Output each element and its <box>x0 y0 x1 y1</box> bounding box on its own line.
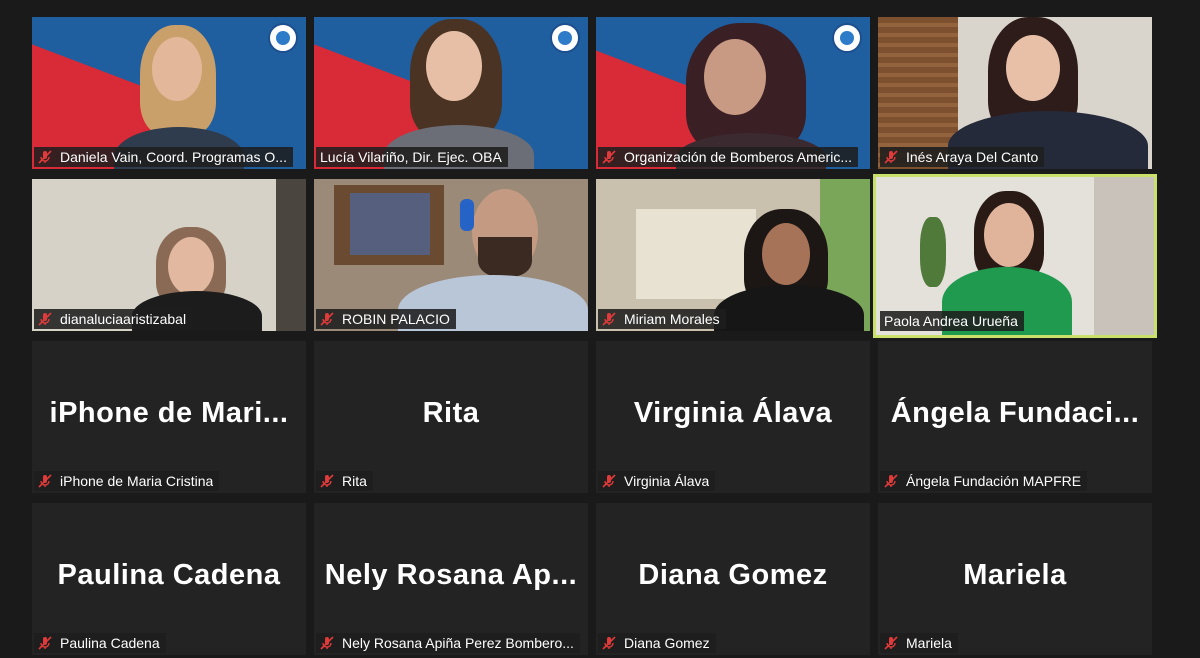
avatar-tile[interactable]: iPhone de Mari... iPhone de Maria Cristi… <box>32 341 306 493</box>
mic-muted-icon <box>320 636 334 650</box>
video-tile-active-speaker[interactable]: Paola Andrea Urueña <box>873 174 1157 338</box>
participant-label: Lucía Vilariño, Dir. Ejec. OBA <box>316 147 508 167</box>
mic-muted-icon <box>38 636 52 650</box>
participant-label: Mariela <box>880 633 958 653</box>
gallery-view: Daniela Vain, Coord. Programas O... Lucí… <box>0 0 1200 658</box>
participant-name: Miriam Morales <box>624 311 720 327</box>
participant-label: Miriam Morales <box>598 309 726 329</box>
video-tile[interactable]: Organización de Bomberos Americ... <box>596 17 870 169</box>
avatar-tile[interactable]: Mariela Mariela <box>878 503 1152 655</box>
participant-label: Organización de Bomberos Americ... <box>598 147 858 167</box>
participant-display-name: Diana Gomez <box>638 559 828 591</box>
participant-label: Paola Andrea Urueña <box>880 311 1024 331</box>
participant-display-name: Ángela Fundaci... <box>890 397 1140 429</box>
video-tile[interactable]: dianaluciaaristizabal <box>32 179 306 331</box>
participant-name: Mariela <box>906 635 952 651</box>
participant-label: ROBIN PALACIO <box>316 309 456 329</box>
video-background <box>636 209 756 299</box>
video-tile[interactable]: Daniela Vain, Coord. Programas O... <box>32 17 306 169</box>
participant-display-name: Rita <box>422 397 480 429</box>
mic-muted-icon <box>38 150 52 164</box>
participant-display-name: Paulina Cadena <box>57 559 281 591</box>
participant-label: Paulina Cadena <box>34 633 166 653</box>
participant-label: Diana Gomez <box>598 633 716 653</box>
mic-muted-icon <box>602 150 616 164</box>
participant-display-name: Virginia Álava <box>633 397 833 429</box>
mic-muted-icon <box>602 636 616 650</box>
mic-muted-icon <box>884 636 898 650</box>
mic-muted-icon <box>320 312 334 326</box>
organization-logo <box>550 23 580 53</box>
video-tile[interactable]: Inés Araya Del Canto <box>878 17 1152 169</box>
video-tile[interactable]: ROBIN PALACIO <box>314 179 588 331</box>
video-tile[interactable]: Lucía Vilariño, Dir. Ejec. OBA <box>314 17 588 169</box>
headset-icon <box>460 199 474 231</box>
participant-label: iPhone de Maria Cristina <box>34 471 220 491</box>
participant-name: Paulina Cadena <box>60 635 160 651</box>
organization-logo <box>832 23 862 53</box>
mic-muted-icon <box>602 474 616 488</box>
participant-name: Rita <box>342 473 367 489</box>
video-background <box>276 179 306 331</box>
participant-name: Organización de Bomberos Americ... <box>624 149 852 165</box>
participant-label: Ángela Fundación MAPFRE <box>880 471 1088 491</box>
participant-display-name: Nely Rosana Ap... <box>324 559 578 591</box>
participant-name: Paola Andrea Urueña <box>884 313 1018 329</box>
participant-name: dianaluciaaristizabal <box>60 311 187 327</box>
participant-display-name: iPhone de Mari... <box>49 397 289 429</box>
avatar-tile[interactable]: Rita Rita <box>314 341 588 493</box>
mic-muted-icon <box>38 474 52 488</box>
avatar-tile[interactable]: Diana Gomez Diana Gomez <box>596 503 870 655</box>
video-tile[interactable]: Miriam Morales <box>596 179 870 331</box>
avatar-tile[interactable]: Virginia Álava Virginia Álava <box>596 341 870 493</box>
participant-label: Daniela Vain, Coord. Programas O... <box>34 147 293 167</box>
organization-logo <box>268 23 298 53</box>
participant-name: Daniela Vain, Coord. Programas O... <box>60 149 287 165</box>
mic-muted-icon <box>602 312 616 326</box>
mic-muted-icon <box>38 312 52 326</box>
participant-label: Rita <box>316 471 373 491</box>
avatar-tile[interactable]: Nely Rosana Ap... Nely Rosana Apiña Pere… <box>314 503 588 655</box>
participant-name: Ángela Fundación MAPFRE <box>906 473 1082 489</box>
mic-muted-icon <box>884 150 898 164</box>
participant-name: ROBIN PALACIO <box>342 311 450 327</box>
participant-name: Diana Gomez <box>624 635 710 651</box>
participant-label: Virginia Álava <box>598 471 716 491</box>
avatar-tile[interactable]: Ángela Fundaci... Ángela Fundación MAPFR… <box>878 341 1152 493</box>
participant-name: iPhone de Maria Cristina <box>60 473 214 489</box>
participant-display-name: Mariela <box>963 559 1067 591</box>
participant-name: Inés Araya Del Canto <box>906 149 1039 165</box>
participant-name: Lucía Vilariño, Dir. Ejec. OBA <box>320 149 502 165</box>
participant-name: Virginia Álava <box>624 473 710 489</box>
participant-label: dianaluciaaristizabal <box>34 309 193 329</box>
mic-muted-icon <box>884 474 898 488</box>
participant-name: Nely Rosana Apiña Perez Bombero... <box>342 635 574 651</box>
mic-muted-icon <box>320 474 334 488</box>
participant-label: Inés Araya Del Canto <box>880 147 1045 167</box>
avatar-tile[interactable]: Paulina Cadena Paulina Cadena <box>32 503 306 655</box>
video-background <box>1094 177 1154 335</box>
participant-label: Nely Rosana Apiña Perez Bombero... <box>316 633 580 653</box>
